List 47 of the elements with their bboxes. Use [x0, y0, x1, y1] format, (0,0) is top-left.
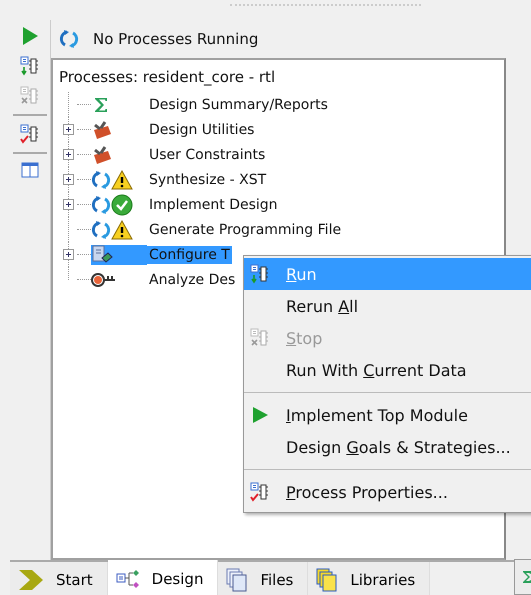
- tree-item[interactable]: Configure T: [147, 246, 232, 264]
- status-text: No Processes Running: [93, 30, 258, 48]
- menu-item[interactable]: Design Goals & Strategies...: [244, 431, 531, 463]
- panel-title: Processes: resident_core - rtl: [59, 68, 276, 86]
- warning-icon: [111, 220, 133, 240]
- tree-item[interactable]: Design Summary/Reports: [147, 96, 330, 114]
- tree-item[interactable]: Synthesize - XST: [147, 170, 268, 188]
- refresh-icon: [91, 170, 111, 190]
- device-icon: [91, 244, 113, 264]
- key-icon: [91, 272, 117, 288]
- properties-icon[interactable]: [20, 124, 40, 144]
- tab[interactable]: Libraries: [308, 562, 430, 595]
- properties-icon[interactable]: [250, 482, 270, 502]
- tree-item[interactable]: Design Utilities: [147, 120, 256, 138]
- refresh-icon: [59, 29, 79, 49]
- library-icon: [316, 568, 338, 592]
- tab[interactable]: Files: [218, 562, 308, 595]
- warning-icon: [111, 170, 133, 190]
- expand-icon[interactable]: [62, 249, 74, 260]
- expand-icon[interactable]: [62, 149, 74, 160]
- panel-layout-icon[interactable]: [21, 162, 39, 178]
- menu-item[interactable]: Rerun All: [244, 290, 531, 322]
- files-icon: [226, 568, 248, 592]
- tree-item[interactable]: Implement Design: [147, 196, 280, 214]
- refresh-icon: [91, 220, 111, 240]
- play-icon: [250, 405, 270, 425]
- toolbox-icon: [91, 120, 113, 140]
- menu-item[interactable]: Implement Top Module: [244, 399, 531, 431]
- tab[interactable]: Start: [10, 562, 108, 595]
- tree-item[interactable]: Generate Programming File: [147, 220, 344, 238]
- tree-item[interactable]: Analyze Des: [147, 270, 238, 288]
- expand-icon[interactable]: [62, 174, 74, 185]
- rerun-icon[interactable]: [20, 56, 40, 76]
- menu-item[interactable]: Run With Current Data: [244, 354, 531, 386]
- tab[interactable]: [514, 559, 531, 595]
- sigma-icon: [523, 569, 531, 585]
- tree-item[interactable]: User Constraints: [147, 146, 268, 164]
- chevron-icon: [18, 569, 44, 591]
- run-icon[interactable]: [250, 264, 270, 284]
- hierarchy-icon: [116, 569, 140, 589]
- tab[interactable]: Design: [108, 560, 218, 595]
- menu-item[interactable]: Process Properties...: [244, 476, 531, 508]
- expand-icon[interactable]: [62, 124, 74, 135]
- toolbox-icon: [91, 144, 113, 164]
- expand-icon[interactable]: [62, 199, 74, 210]
- checkmark-icon: [111, 194, 133, 216]
- refresh-icon: [91, 194, 111, 214]
